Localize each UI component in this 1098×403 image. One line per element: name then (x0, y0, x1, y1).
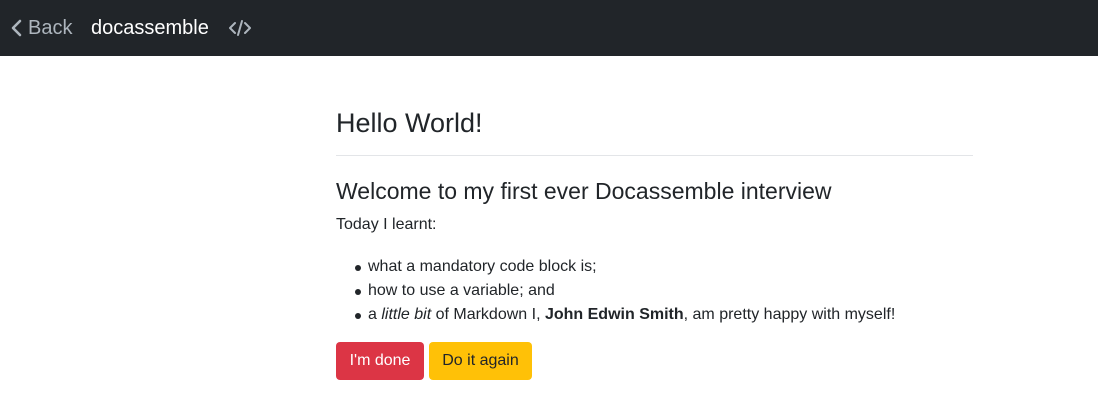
intro-text: Today I learnt: (336, 216, 437, 233)
page-title: Hello World! (336, 108, 483, 138)
chevron-left-icon (11, 19, 22, 37)
list-item: what a mandatory code block is; (336, 255, 895, 279)
title-divider (336, 155, 973, 156)
list-item-bold-name: John Edwin Smith (544, 306, 684, 323)
do-it-again-button[interactable]: Do it again (429, 342, 532, 380)
code-icon[interactable] (229, 19, 251, 37)
top-navbar: Back docassemble (0, 0, 1098, 56)
back-label: Back (28, 16, 73, 39)
learnt-list: what a mandatory code block is; how to u… (336, 255, 895, 327)
list-item-italic: little bit (381, 306, 432, 323)
list-item: a little bit of Markdown I, John Edwin S… (336, 303, 895, 327)
back-button[interactable]: Back (10, 0, 72, 56)
list-item-middle: of Markdown I, (431, 306, 545, 323)
im-done-button[interactable]: I'm done (336, 342, 424, 380)
list-item-suffix: , am pretty happy with myself! (683, 306, 896, 323)
brand-title[interactable]: docassemble (91, 0, 209, 56)
subheading: Welcome to my first ever Docassemble int… (336, 178, 832, 204)
list-item: how to use a variable; and (336, 279, 895, 303)
list-item-prefix: a (368, 306, 382, 323)
